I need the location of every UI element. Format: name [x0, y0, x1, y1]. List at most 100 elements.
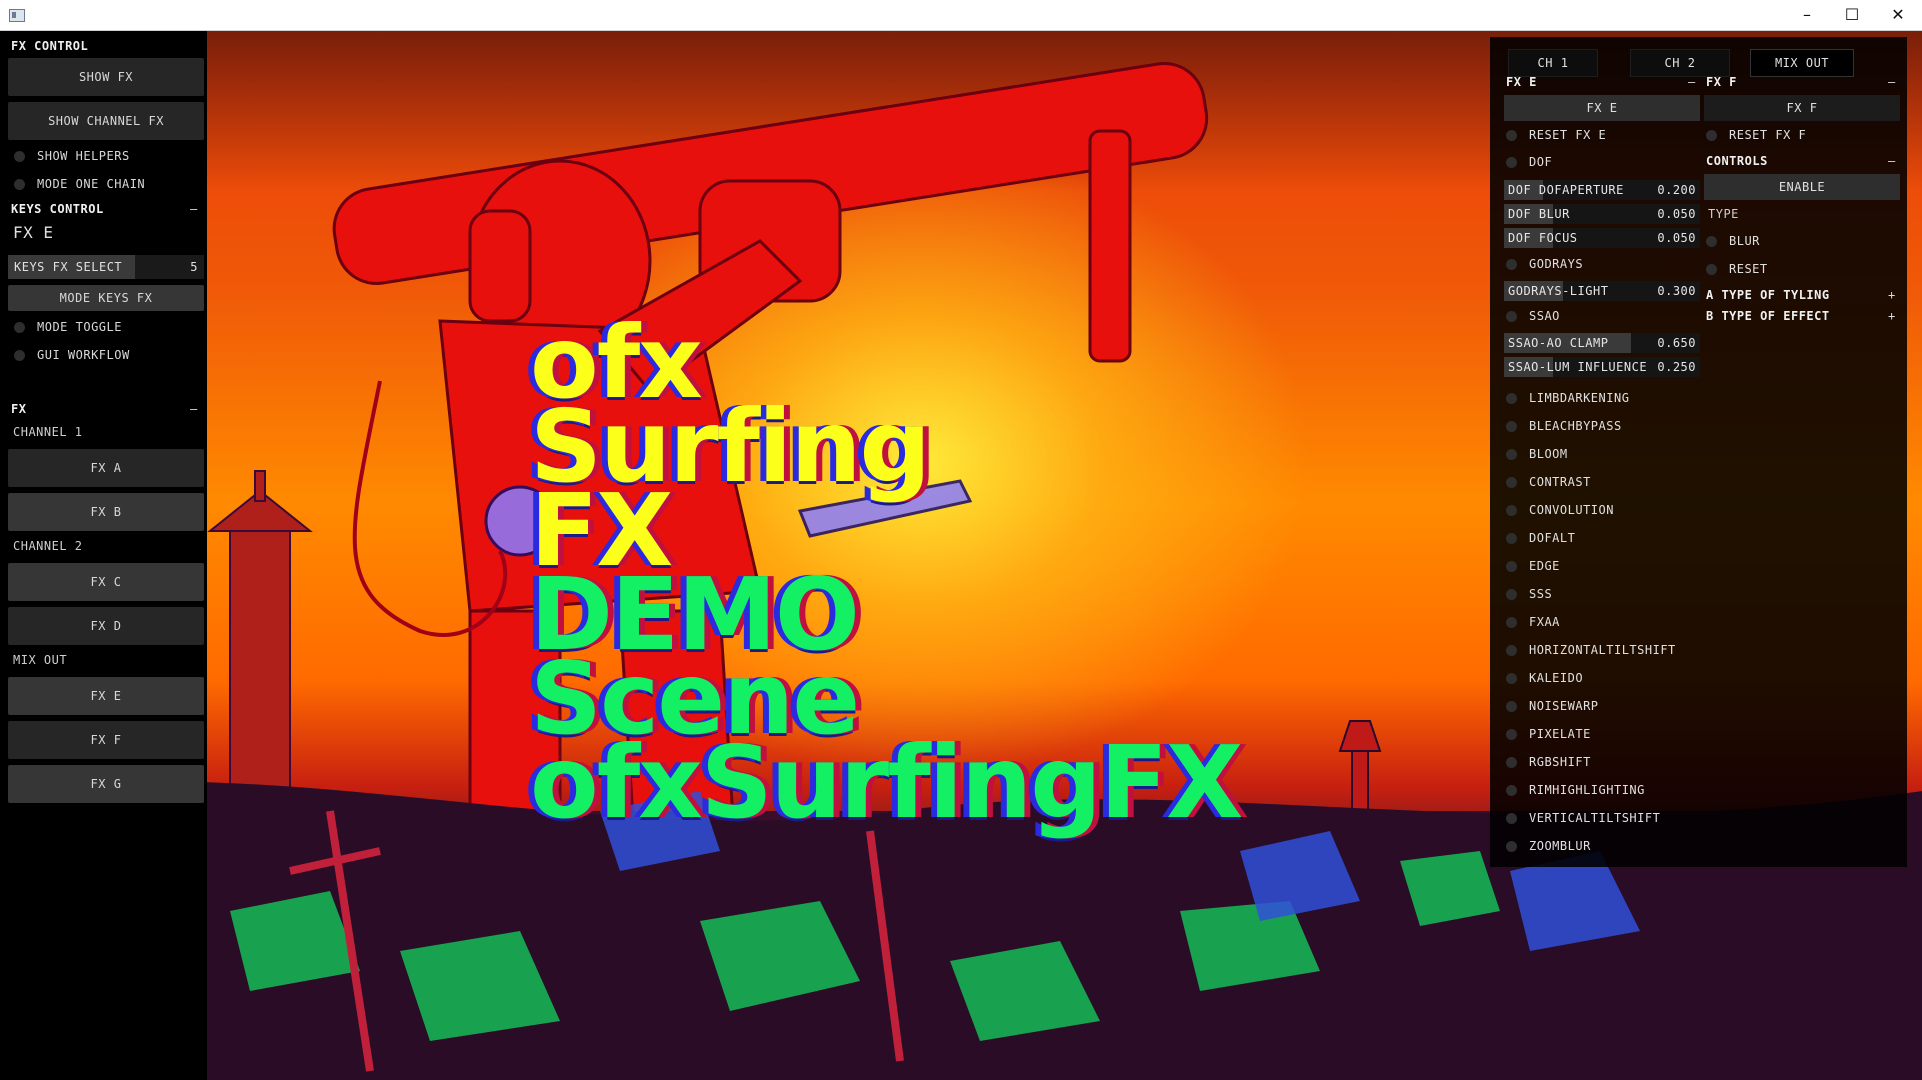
slider-label: DOF FOCUS	[1508, 231, 1578, 245]
expand-type-of-effect-button[interactable]: +	[1888, 307, 1896, 325]
type-of-effect-header[interactable]: B TYPE OF EFFECT	[1706, 307, 1830, 325]
effect-toggle[interactable]: NOISEWARP	[1506, 695, 1599, 717]
controls-collapse-button[interactable]: –	[1888, 152, 1896, 170]
effect-label: NOISEWARP	[1529, 699, 1599, 713]
reset-toggle[interactable]: RESET	[1706, 258, 1768, 280]
effect-label: FXAA	[1529, 615, 1560, 629]
expand-type-of-tyling-button[interactable]: +	[1888, 286, 1896, 304]
toggle-dot-icon	[1506, 645, 1517, 656]
dof-toggle[interactable]: DOF	[1506, 151, 1552, 173]
effect-label: ZOOMBLUR	[1529, 839, 1591, 853]
toggle-dot-icon	[1506, 157, 1517, 168]
fx-f-button[interactable]: FX F	[8, 721, 204, 759]
toggle-dot-icon	[14, 179, 25, 190]
minimize-button[interactable]: –	[1784, 0, 1830, 30]
toggle-dot-icon	[1506, 561, 1517, 572]
toggle-dot-icon	[1506, 259, 1517, 270]
effect-toggle[interactable]: BLEACHBYPASS	[1506, 415, 1622, 437]
fx-d-button[interactable]: FX D	[8, 607, 204, 645]
dof-label: DOF	[1529, 155, 1553, 169]
ssao-toggle[interactable]: SSAO	[1506, 305, 1560, 327]
mode-toggle-toggle[interactable]: MODE TOGGLE	[14, 316, 122, 338]
effect-toggle[interactable]: RGBSHIFT	[1506, 751, 1591, 773]
close-button[interactable]: ✕	[1875, 0, 1921, 30]
fx-g-button[interactable]: FX G	[8, 765, 204, 803]
fx-f-title: FX F	[1706, 75, 1737, 89]
effect-label: DOFALT	[1529, 531, 1576, 545]
toggle-dot-icon	[14, 151, 25, 162]
show-channel-fx-button[interactable]: SHOW CHANNEL FX	[8, 102, 204, 140]
slider-value: 0.050	[1657, 207, 1696, 221]
tab-mix-out[interactable]: MIX OUT	[1750, 49, 1854, 77]
headline-line-6: ofxSurfingFX	[530, 724, 1243, 841]
gui-workflow-toggle[interactable]: GUI WORKFLOW	[14, 344, 130, 366]
effect-label: HORIZONTALTILTSHIFT	[1529, 643, 1676, 657]
gui-workflow-label: GUI WORKFLOW	[37, 348, 130, 362]
fx-e-button[interactable]: FX E	[8, 677, 204, 715]
keys-control-collapse-button[interactable]: –	[190, 200, 198, 218]
slider-label: SSAO-AO CLAMP	[1508, 336, 1609, 350]
reset-fx-e-toggle[interactable]: RESET FX E	[1506, 124, 1606, 146]
channel-1-label: CHANNEL 1	[13, 425, 83, 439]
toggle-dot-icon	[1506, 785, 1517, 796]
show-fx-button[interactable]: SHOW FX	[8, 58, 204, 96]
fx-e-enable-button[interactable]: FX E	[1504, 95, 1700, 121]
reset-fx-f-toggle[interactable]: RESET FX F	[1706, 124, 1806, 146]
toggle-dot-icon	[1506, 533, 1517, 544]
fx-c-button[interactable]: FX C	[8, 563, 204, 601]
demo-headline: ofx Surfing FX DEMO Scene ofxSurfingFX	[530, 313, 1243, 841]
effect-toggle[interactable]: FXAA	[1506, 611, 1560, 633]
type-of-tyling-header[interactable]: A TYPE OF TYLING	[1706, 286, 1830, 304]
effect-toggle[interactable]: VERTICALTILTSHIFT	[1506, 807, 1660, 829]
toggle-dot-icon	[1506, 505, 1517, 516]
dof-focus-slider[interactable]: DOF FOCUS 0.050	[1504, 228, 1700, 248]
maximize-button[interactable]: ☐	[1829, 0, 1875, 30]
mode-one-chain-toggle[interactable]: MODE ONE CHAIN	[14, 173, 145, 195]
ssao-lum-influence-slider[interactable]: SSAO-LUM INFLUENCE 0.250	[1504, 357, 1700, 377]
effect-toggle[interactable]: DOFALT	[1506, 527, 1575, 549]
fx-e-collapse-button[interactable]: –	[1688, 73, 1696, 91]
dof-blur-slider[interactable]: DOF BLUR 0.050	[1504, 204, 1700, 224]
fx-f-enable-button[interactable]: FX F	[1704, 95, 1900, 121]
effect-toggle[interactable]: PIXELATE	[1506, 723, 1591, 745]
dof-aperture-slider[interactable]: DOF DOFAPERTURE 0.200	[1504, 180, 1700, 200]
effect-toggle[interactable]: BLOOM	[1506, 443, 1568, 465]
toggle-dot-icon	[14, 322, 25, 333]
slider-value: 0.250	[1657, 360, 1696, 374]
fx-collapse-button[interactable]: –	[190, 400, 198, 418]
effect-toggle[interactable]: SSS	[1506, 583, 1552, 605]
toggle-dot-icon	[1506, 589, 1517, 600]
app-icon	[9, 9, 25, 22]
keys-fx-select-label: KEYS FX SELECT	[14, 260, 123, 274]
show-helpers-toggle[interactable]: SHOW HELPERS	[14, 145, 130, 167]
keys-fx-select-slider[interactable]: KEYS FX SELECT 5	[8, 255, 204, 279]
effect-toggle[interactable]: LIMBDARKENING	[1506, 387, 1629, 409]
mode-keys-fx-button[interactable]: MODE KEYS FX	[8, 285, 204, 311]
fx-title: FX	[11, 402, 27, 416]
effect-toggle[interactable]: RIMHIGHLIGHTING	[1506, 779, 1645, 801]
enable-button[interactable]: ENABLE	[1704, 174, 1900, 200]
godrays-toggle[interactable]: GODRAYS	[1506, 253, 1583, 275]
slider-label: DOF BLUR	[1508, 207, 1570, 221]
blur-toggle[interactable]: BLUR	[1706, 230, 1760, 252]
ssao-ao-clamp-slider[interactable]: SSAO-AO CLAMP 0.650	[1504, 333, 1700, 353]
godrays-light-slider[interactable]: GODRAYS-LIGHT 0.300	[1504, 281, 1700, 301]
ssao-label: SSAO	[1529, 309, 1560, 323]
effect-label: LIMBDARKENING	[1529, 391, 1630, 405]
effect-toggle[interactable]: CONVOLUTION	[1506, 499, 1614, 521]
effect-toggle[interactable]: EDGE	[1506, 555, 1560, 577]
effect-toggle[interactable]: ZOOMBLUR	[1506, 835, 1591, 857]
fx-a-button[interactable]: FX A	[8, 449, 204, 487]
effect-toggle[interactable]: HORIZONTALTILTSHIFT	[1506, 639, 1676, 661]
godrays-label: GODRAYS	[1529, 257, 1584, 271]
fx-b-button[interactable]: FX B	[8, 493, 204, 531]
toggle-dot-icon	[1506, 673, 1517, 684]
keys-control-title: KEYS CONTROL	[11, 202, 104, 216]
effect-toggle[interactable]: CONTRAST	[1506, 471, 1591, 493]
toggle-dot-icon	[1506, 393, 1517, 404]
effect-toggle[interactable]: KALEIDO	[1506, 667, 1583, 689]
fx-f-collapse-button[interactable]: –	[1888, 73, 1896, 91]
reset-fx-e-label: RESET FX E	[1529, 128, 1607, 142]
effect-label: RGBSHIFT	[1529, 755, 1591, 769]
toggle-dot-icon	[1506, 729, 1517, 740]
